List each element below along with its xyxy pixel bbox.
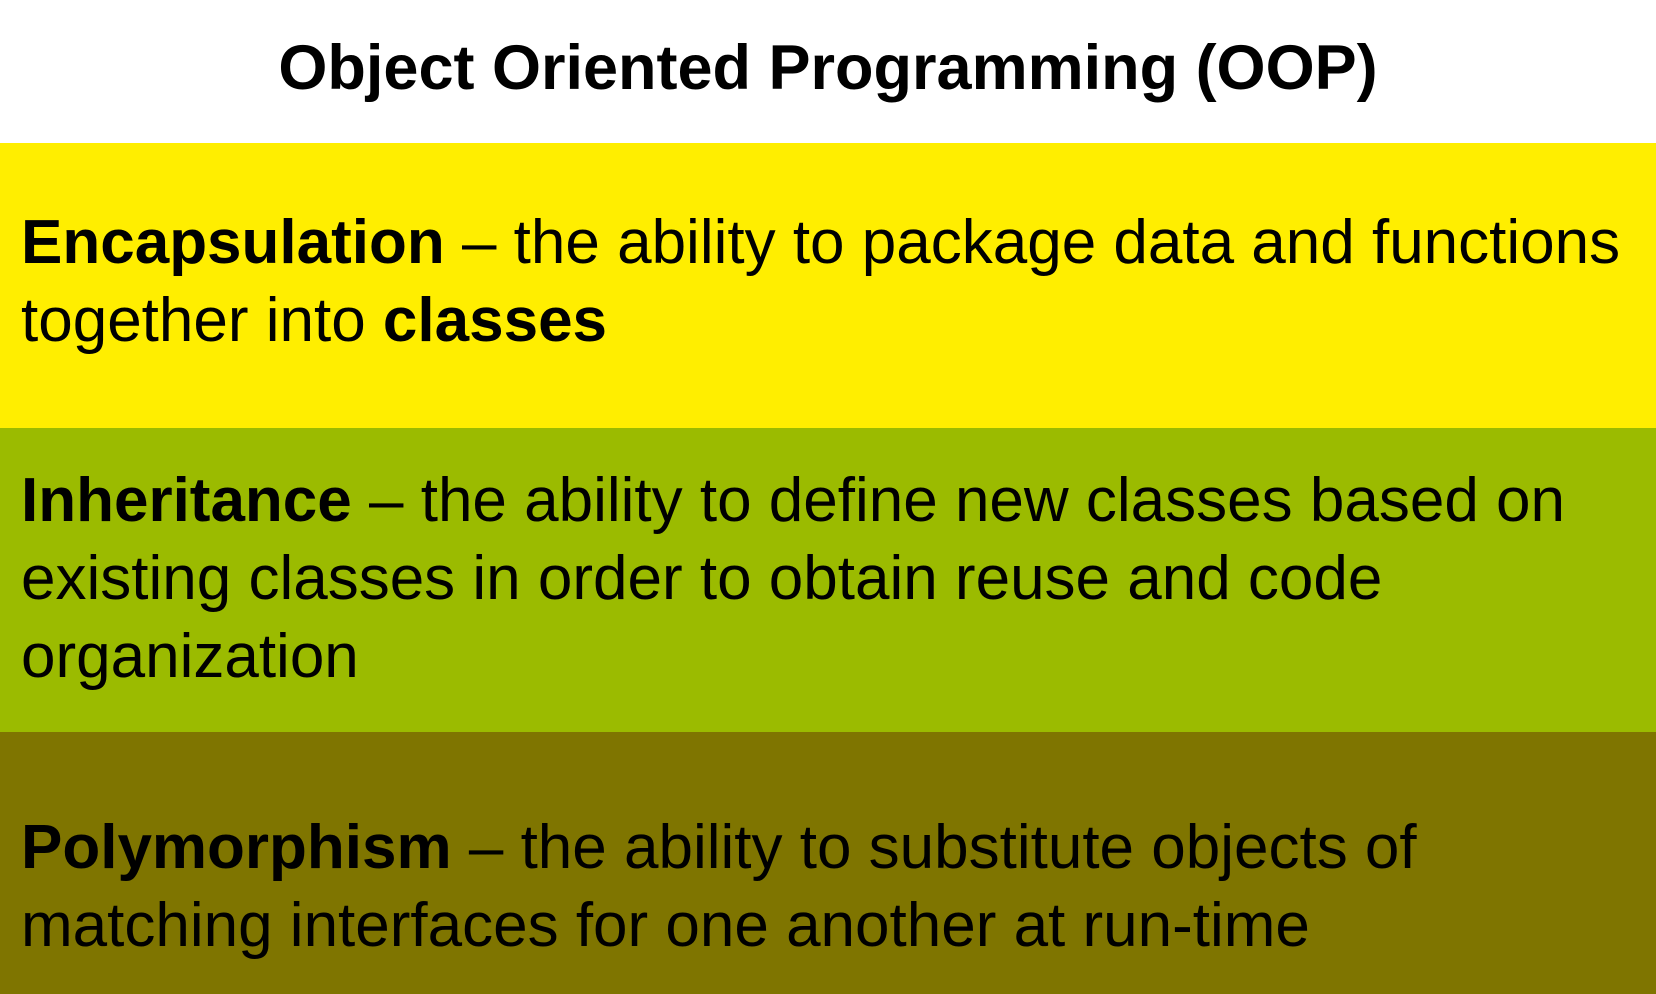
encapsulation-band: Encapsulation – the ability to package d… xyxy=(0,143,1656,428)
concept-term: Polymorphism xyxy=(21,813,452,882)
slide: Object Oriented Programming (OOP) Encaps… xyxy=(0,0,1656,994)
concept-term: Encapsulation xyxy=(21,208,445,277)
polymorphism-band: Polymorphism – the ability to substitute… xyxy=(0,732,1656,994)
title-bar: Object Oriented Programming (OOP) xyxy=(0,0,1656,143)
inheritance-text: Inheritance – the ability to define new … xyxy=(21,462,1641,696)
concept-term: Inheritance xyxy=(21,466,352,535)
concept-emphasis: classes xyxy=(382,286,608,355)
encapsulation-text: Encapsulation – the ability to package d… xyxy=(21,204,1641,360)
inheritance-band: Inheritance – the ability to define new … xyxy=(0,428,1656,732)
polymorphism-text: Polymorphism – the ability to substitute… xyxy=(21,809,1641,965)
slide-title: Object Oriented Programming (OOP) xyxy=(278,33,1378,103)
